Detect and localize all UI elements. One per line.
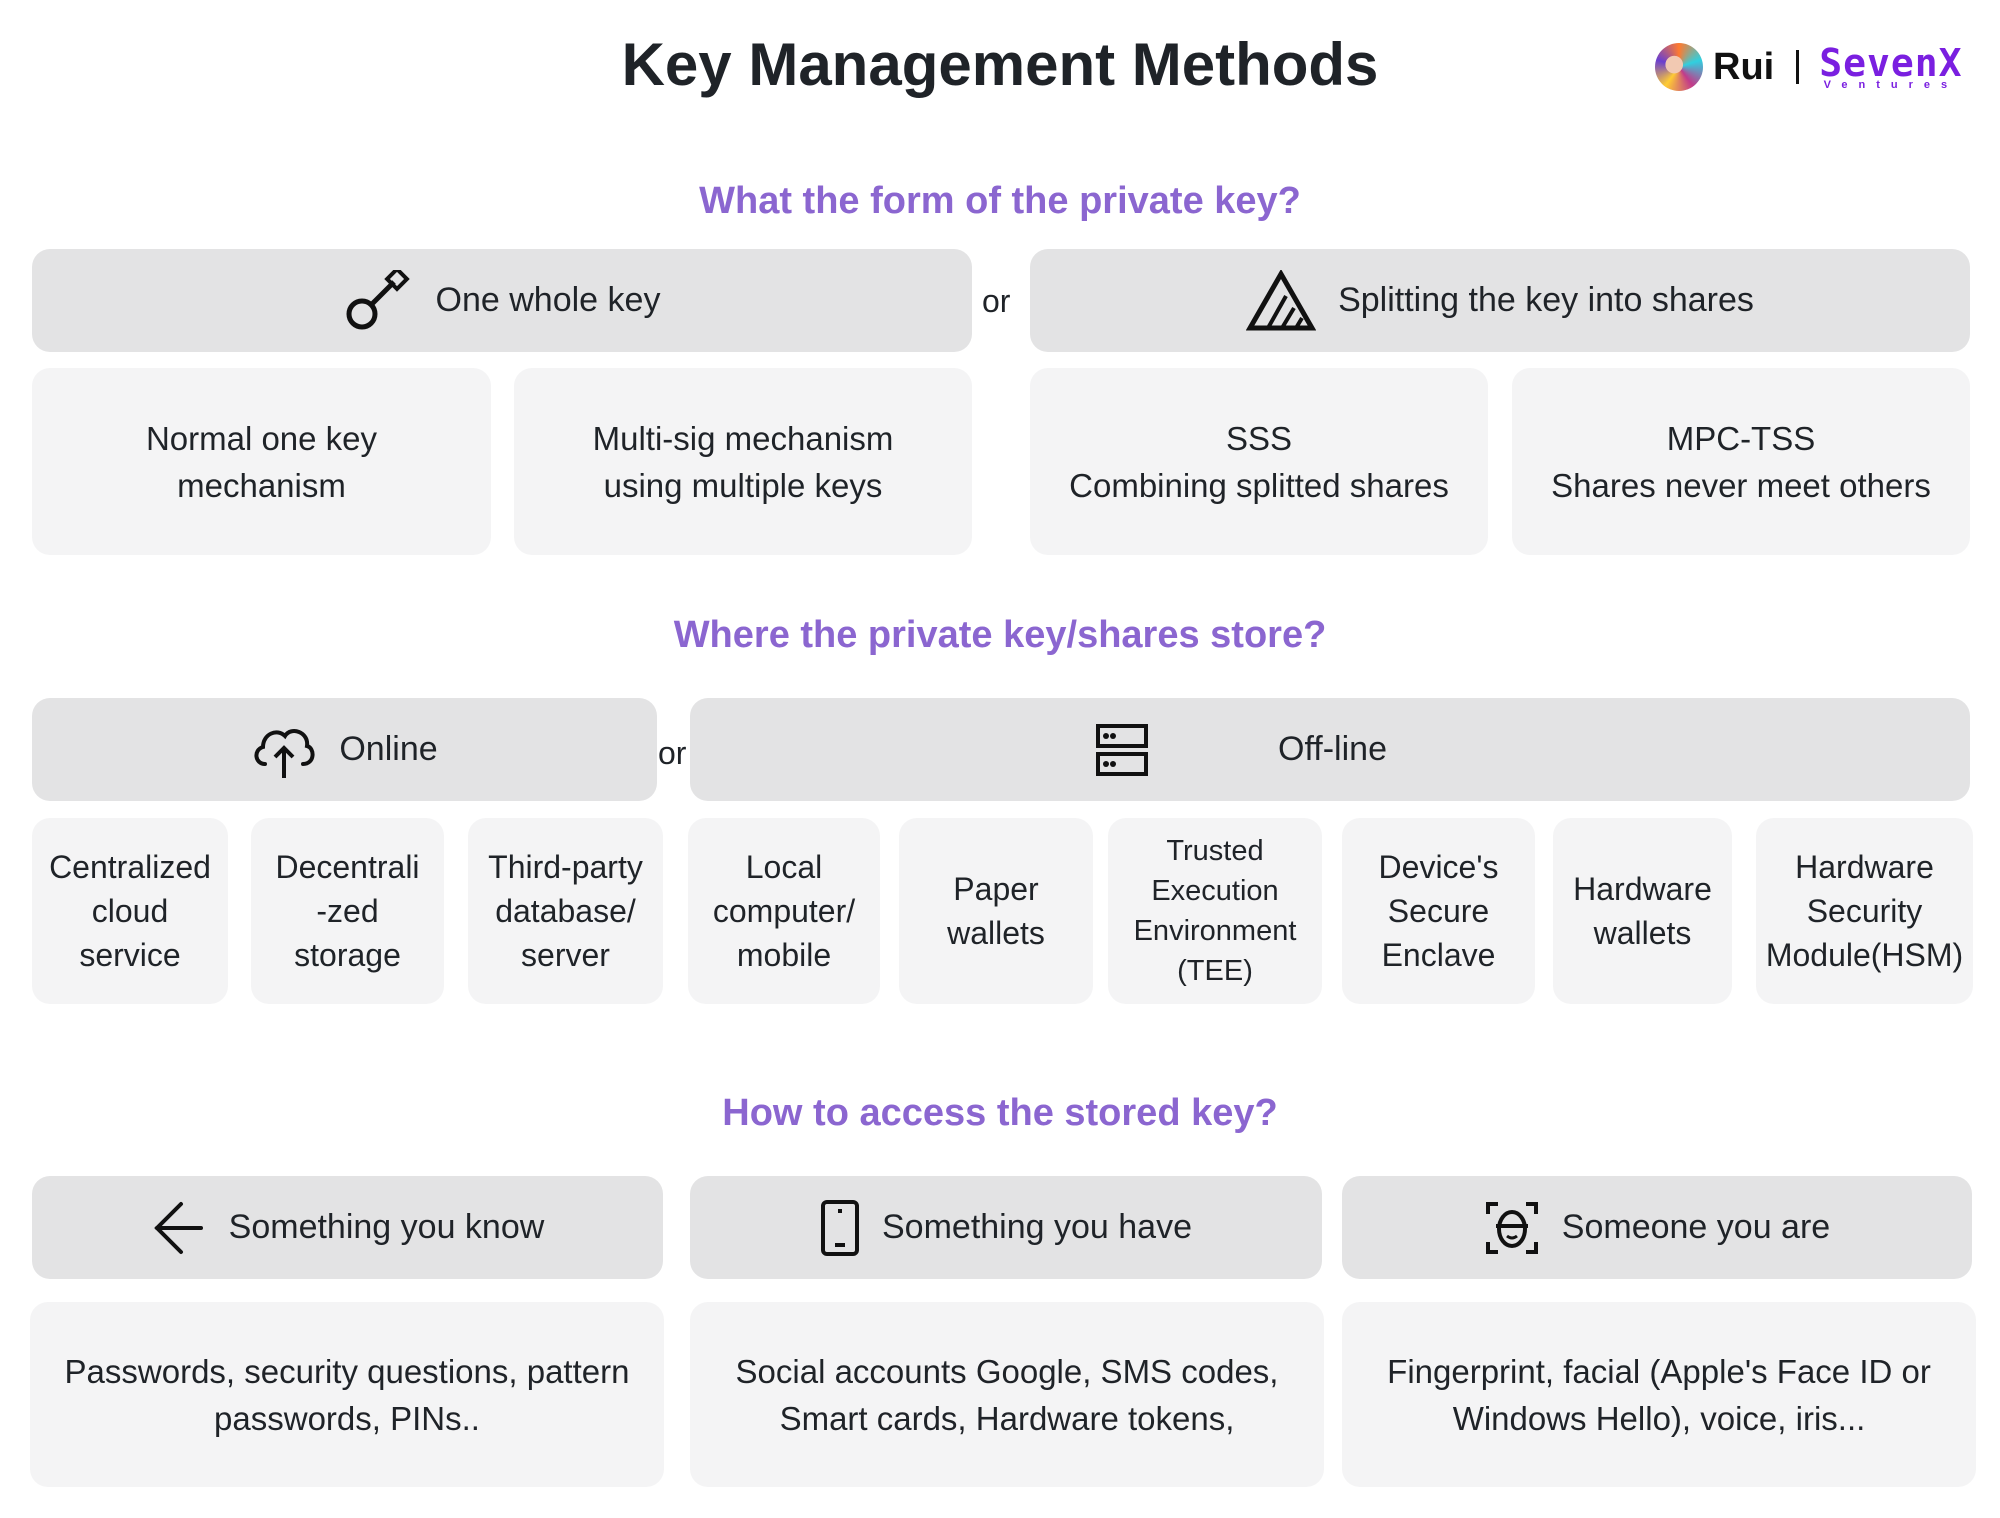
access-option-label: Something you have: [882, 1208, 1192, 1246]
storage-option-offline: Off-line: [690, 698, 1970, 801]
company-logo: SevenX Ventures: [1819, 44, 1962, 91]
storage-option-label: Off-line: [1278, 730, 1387, 768]
cloud-upload-icon: [251, 720, 317, 780]
storage-item-secure-enclave: Device's Secure Enclave: [1342, 818, 1535, 1004]
server-icon: [1096, 723, 1148, 776]
form-item-normal-key: Normal one key mechanism: [32, 368, 491, 555]
form-item-sss: SSS Combining splitted shares: [1030, 368, 1488, 555]
form-option-label: One whole key: [435, 281, 661, 319]
brand-divider: [1796, 50, 1800, 84]
storage-item-third-party: Third-party database/ server: [468, 818, 663, 1004]
company-subtitle: Ventures: [1823, 78, 1959, 91]
storage-item-decentralized: Decentrali -zed storage: [251, 818, 444, 1004]
company-name: SevenX: [1819, 40, 1963, 85]
form-item-multisig: Multi-sig mechanism using multiple keys: [514, 368, 972, 555]
form-question: What the form of the private key?: [699, 180, 1301, 222]
access-option-label: Something you know: [228, 1208, 545, 1246]
face-scan-icon: [1484, 1200, 1540, 1256]
access-option-label: Someone you are: [1561, 1208, 1831, 1246]
storage-item-centralized-cloud: Centralized cloud service: [32, 818, 228, 1004]
smartphone-icon: [820, 1199, 860, 1257]
split-triangle-icon: [1246, 269, 1317, 332]
author-name: Rui: [1713, 45, 1775, 88]
storage-item-hsm: Hardware Security Module(HSM): [1756, 818, 1973, 1004]
arrow-left-icon: [151, 1200, 207, 1256]
form-option-split-key: Splitting the key into shares: [1030, 249, 1970, 352]
key-icon: [344, 269, 414, 332]
storage-question: Where the private key/shares store?: [673, 614, 1327, 656]
avatar: [1655, 43, 1703, 91]
storage-item-tee: Trusted Execution Environment (TEE): [1108, 818, 1322, 1004]
or-label: or: [982, 283, 1011, 319]
access-detail-are: Fingerprint, facial (Apple's Face ID or …: [1342, 1302, 1976, 1487]
access-option-are: Someone you are: [1342, 1176, 1972, 1279]
access-detail-know: Passwords, security questions, pattern p…: [30, 1302, 664, 1487]
brand-block: Rui SevenX Ventures: [1655, 40, 1963, 94]
access-detail-have: Social accounts Google, SMS codes, Smart…: [690, 1302, 1324, 1487]
storage-option-label: Online: [339, 730, 438, 768]
access-option-know: Something you know: [32, 1176, 663, 1279]
storage-item-hardware-wallets: Hardware wallets: [1553, 818, 1732, 1004]
storage-option-online: Online: [32, 698, 657, 801]
access-option-have: Something you have: [690, 1176, 1322, 1279]
access-question: How to access the stored key?: [722, 1092, 1278, 1134]
form-item-mpc-tss: MPC-TSS Shares never meet others: [1512, 368, 1970, 555]
or-label: or: [658, 735, 687, 771]
form-option-label: Splitting the key into shares: [1338, 281, 1754, 319]
storage-item-local-computer: Local computer/ mobile: [688, 818, 880, 1004]
form-option-whole-key: One whole key: [32, 249, 972, 352]
storage-item-paper-wallets: Paper wallets: [899, 818, 1093, 1004]
